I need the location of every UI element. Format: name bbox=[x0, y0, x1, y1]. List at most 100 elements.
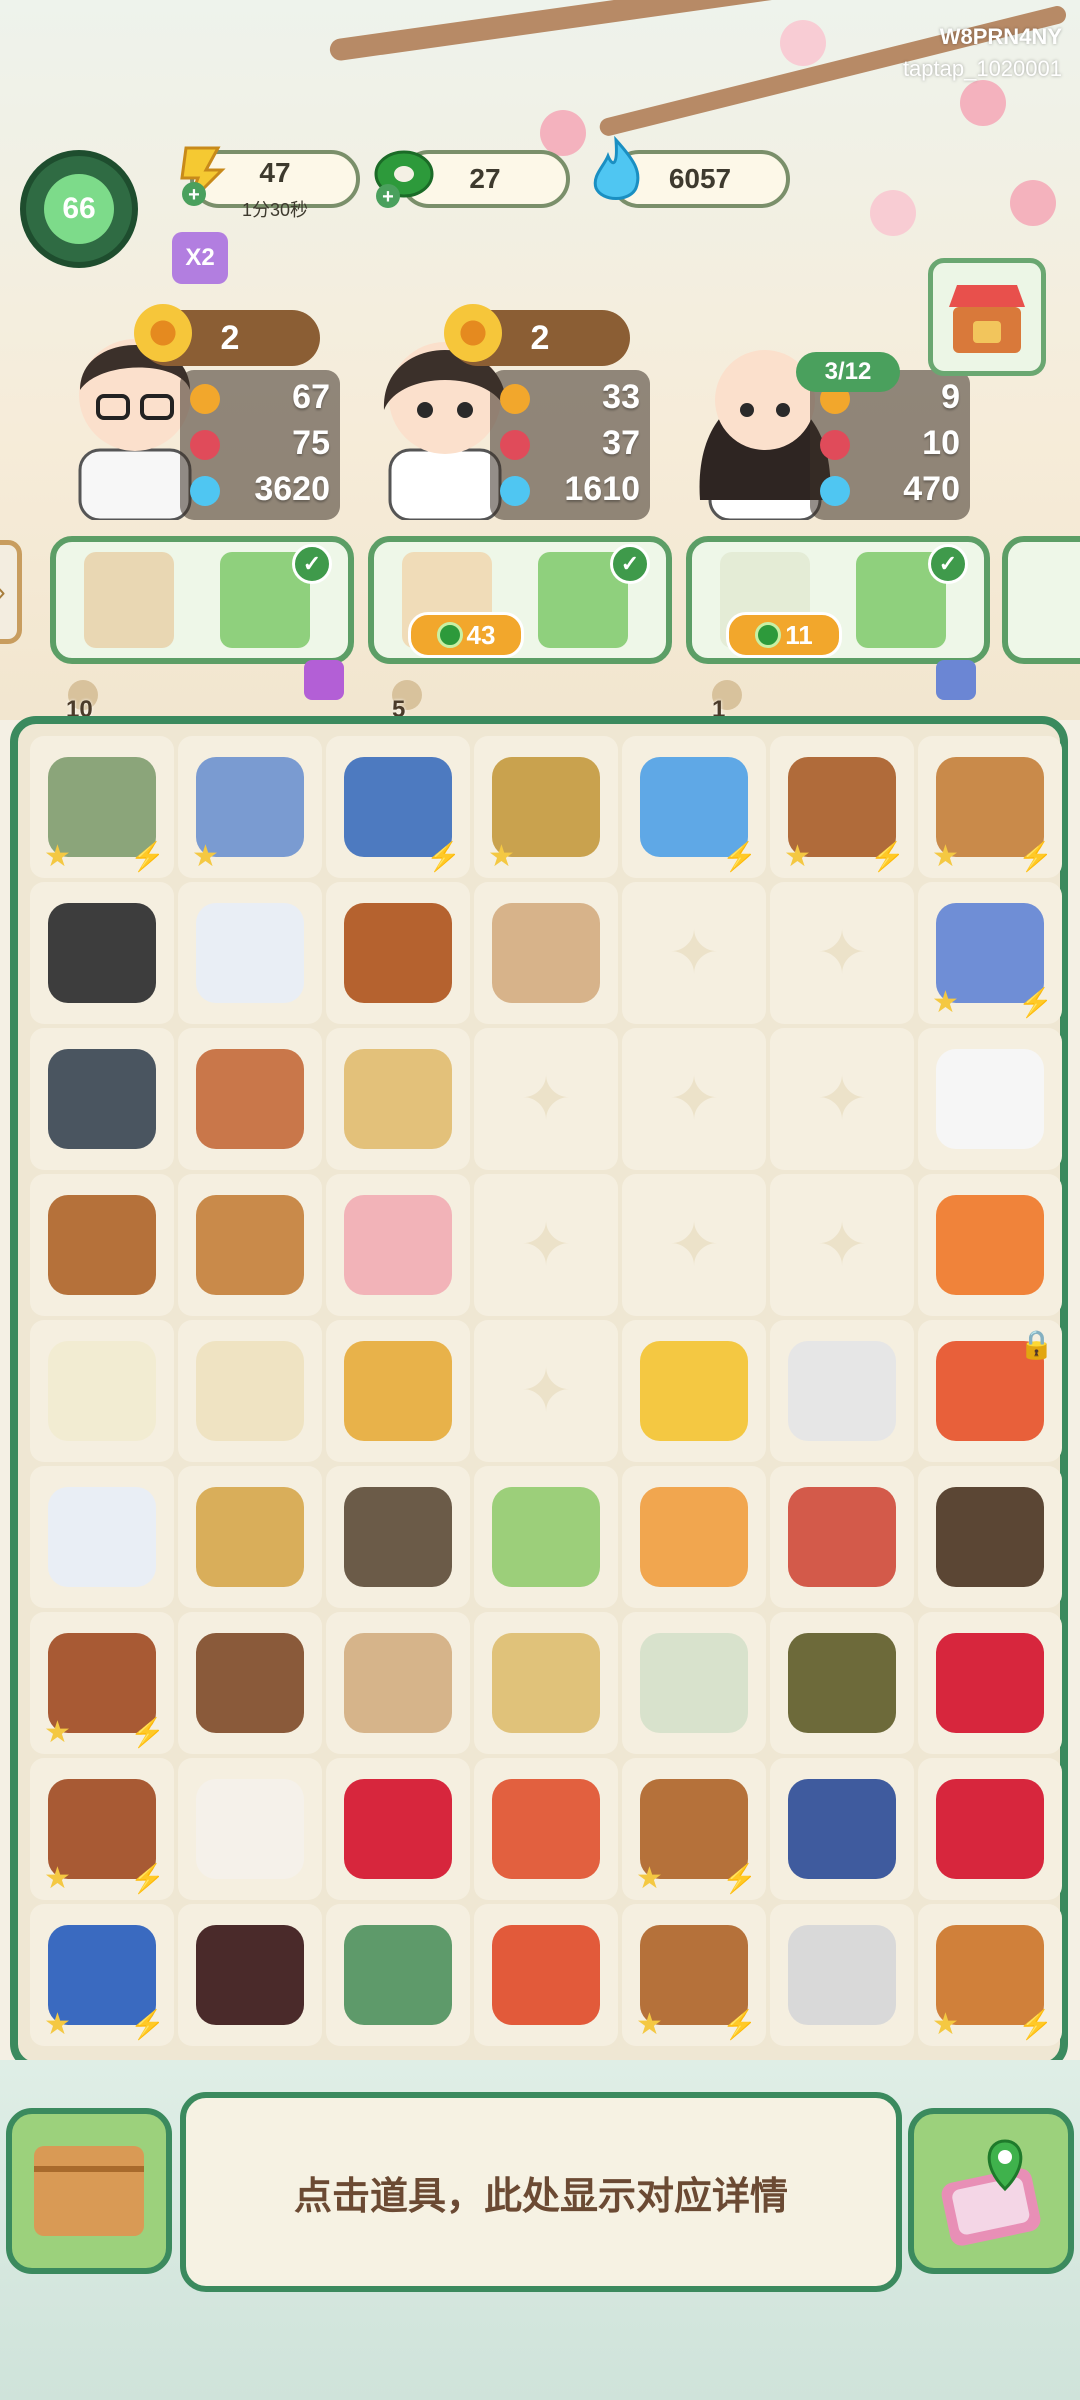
board-cell[interactable]: ★ ⚡ bbox=[770, 736, 914, 878]
board-cell[interactable] bbox=[622, 1612, 766, 1754]
empty-cell[interactable] bbox=[622, 882, 766, 1024]
empty-cell[interactable] bbox=[770, 882, 914, 1024]
empty-cell[interactable] bbox=[622, 1174, 766, 1316]
star-icon: ★ bbox=[44, 2008, 71, 2041]
board-cell[interactable] bbox=[178, 1612, 322, 1754]
board-cell[interactable] bbox=[622, 1466, 766, 1608]
board-cell[interactable] bbox=[918, 1758, 1062, 1900]
board-cell[interactable] bbox=[326, 1466, 470, 1608]
star-icon: ★ bbox=[636, 2008, 663, 2041]
board-cell[interactable]: ★ ⚡ bbox=[918, 736, 1062, 878]
board-cell[interactable]: ★ bbox=[178, 736, 322, 878]
board-cell[interactable] bbox=[474, 1758, 618, 1900]
map-button[interactable] bbox=[908, 2108, 1074, 2274]
shop-stall-icon bbox=[949, 285, 1025, 353]
empty-cell[interactable] bbox=[474, 1028, 618, 1170]
star-icon: ★ bbox=[784, 840, 811, 873]
order-card-3[interactable]: ✓ 11 bbox=[686, 536, 990, 664]
board-cell[interactable] bbox=[178, 882, 322, 1024]
board-cell[interactable]: ★ ⚡ bbox=[918, 1904, 1062, 2046]
board-cell[interactable]: ★ ⚡ bbox=[30, 1758, 174, 1900]
board-cell[interactable] bbox=[326, 1612, 470, 1754]
board-cell[interactable] bbox=[326, 1320, 470, 1462]
board-cell[interactable] bbox=[326, 1174, 470, 1316]
board-cell[interactable]: ★ ⚡ bbox=[30, 736, 174, 878]
order-card-1[interactable]: ✓ bbox=[50, 536, 354, 664]
board-cell[interactable] bbox=[178, 1028, 322, 1170]
bolt-icon: ⚡ bbox=[1018, 841, 1053, 872]
svg-text:+: + bbox=[382, 186, 394, 208]
board-cell[interactable] bbox=[770, 1904, 914, 2046]
flame-value: 6057 bbox=[668, 163, 732, 194]
board-cell[interactable] bbox=[770, 1320, 914, 1462]
board-cell[interactable] bbox=[30, 882, 174, 1024]
board-cell[interactable] bbox=[918, 1028, 1062, 1170]
board-cell[interactable] bbox=[30, 1028, 174, 1170]
board-cell[interactable]: ★ ⚡ bbox=[918, 882, 1062, 1024]
bolt-icon: ⚡ bbox=[130, 1863, 165, 1894]
storage-box-button[interactable] bbox=[6, 2108, 172, 2274]
board-cell[interactable]: ⚡ bbox=[326, 736, 470, 878]
stat-value: 67 bbox=[292, 378, 330, 416]
board-cell[interactable] bbox=[770, 1466, 914, 1608]
multiplier-badge[interactable]: X2 bbox=[172, 232, 228, 284]
board-cell[interactable]: ★ bbox=[474, 736, 618, 878]
board-cell[interactable] bbox=[770, 1758, 914, 1900]
tray-food-icon bbox=[196, 1049, 304, 1149]
board-cell[interactable] bbox=[474, 1612, 618, 1754]
board-cell[interactable] bbox=[178, 1904, 322, 2046]
board-cell[interactable] bbox=[474, 1904, 618, 2046]
star-icon: ★ bbox=[932, 2008, 959, 2041]
order-card-4[interactable] bbox=[1002, 536, 1080, 664]
board-cell[interactable]: ★ ⚡ bbox=[622, 1904, 766, 2046]
star-icon: ★ bbox=[44, 1716, 71, 1749]
board-cell[interactable] bbox=[770, 1612, 914, 1754]
star-icon: ★ bbox=[932, 986, 959, 1019]
stat-card: 67 75 3620 bbox=[180, 370, 340, 520]
board-cell[interactable] bbox=[918, 1466, 1062, 1608]
wine-jar-icon bbox=[196, 903, 304, 1003]
vase-icon bbox=[196, 1779, 304, 1879]
empty-cell[interactable] bbox=[770, 1174, 914, 1316]
badge-icon bbox=[500, 384, 530, 414]
visitor-progress: 3/12 bbox=[796, 352, 900, 392]
board-cell[interactable]: ★ ⚡ bbox=[30, 1904, 174, 2046]
empty-cell[interactable] bbox=[622, 1028, 766, 1170]
energy-value: 47 bbox=[259, 157, 291, 188]
board-cell[interactable] bbox=[326, 1904, 470, 2046]
board-cell[interactable]: 🔒 bbox=[918, 1320, 1062, 1462]
sunflower-icon bbox=[134, 304, 192, 362]
empty-cell[interactable] bbox=[770, 1028, 914, 1170]
board-cell[interactable] bbox=[30, 1174, 174, 1316]
empty-cell[interactable] bbox=[474, 1174, 618, 1316]
star-icon: ★ bbox=[488, 840, 515, 873]
board-cell[interactable] bbox=[178, 1320, 322, 1462]
stat-value: 33 bbox=[602, 378, 640, 416]
ladle-icon bbox=[344, 903, 452, 1003]
empty-cell[interactable] bbox=[474, 1320, 618, 1462]
board-cell[interactable] bbox=[918, 1612, 1062, 1754]
board-cell[interactable] bbox=[474, 882, 618, 1024]
star-icon: ★ bbox=[192, 840, 219, 873]
order-card-2[interactable]: ✓ 43 bbox=[368, 536, 672, 664]
board-cell[interactable]: ★ ⚡ bbox=[30, 1612, 174, 1754]
board-cell[interactable]: ★ ⚡ bbox=[622, 1758, 766, 1900]
gold-plaque-icon bbox=[344, 1341, 452, 1441]
board-cell[interactable] bbox=[622, 1320, 766, 1462]
white-dog-icon bbox=[936, 1049, 1044, 1149]
board-cell[interactable] bbox=[178, 1758, 322, 1900]
board-cell[interactable] bbox=[326, 882, 470, 1024]
board-cell[interactable] bbox=[178, 1466, 322, 1608]
level-badge[interactable]: 66 bbox=[20, 150, 138, 268]
board-cell[interactable] bbox=[474, 1466, 618, 1608]
board-cell[interactable] bbox=[30, 1466, 174, 1608]
shop-button[interactable] bbox=[928, 258, 1046, 376]
board-cell[interactable] bbox=[326, 1028, 470, 1170]
character-card-2[interactable]: 2 33 37 1610 bbox=[370, 290, 670, 522]
character-card-1[interactable]: 2 67 75 3620 bbox=[60, 290, 360, 522]
board-cell[interactable] bbox=[326, 1758, 470, 1900]
board-cell[interactable] bbox=[918, 1174, 1062, 1316]
board-cell[interactable] bbox=[30, 1320, 174, 1462]
board-cell[interactable] bbox=[178, 1174, 322, 1316]
board-cell[interactable]: ⚡ bbox=[622, 736, 766, 878]
